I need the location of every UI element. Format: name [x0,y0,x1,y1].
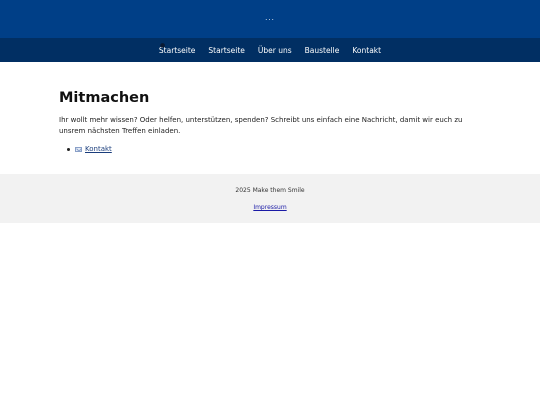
main-content: Mitmachen Ihr wollt mehr wissen? Oder he… [0,62,540,153]
list-item: Kontakt [67,145,480,153]
site-header: ... [0,0,540,38]
menu-toggle-icon[interactable]: ● [160,43,166,49]
page-title: Mitmachen [59,90,150,106]
main-navigation: ● Startseite Startseite Über uns Baustel… [0,38,540,62]
copyright-text: 2025 Make them Smile [235,187,305,194]
site-footer: 2025 Make them Smile Impressum [0,174,540,223]
bullet [67,147,70,151]
nav-item-kontakt[interactable]: Kontakt [352,46,381,55]
mail-icon [75,146,82,152]
kontakt-link[interactable]: Kontakt [85,145,112,153]
nav-item-baustelle[interactable]: Baustelle [305,46,340,55]
site-logo[interactable]: ... [265,14,275,22]
impressum-link[interactable]: Impressum [253,204,286,211]
nav-item-startseite-2[interactable]: Startseite [208,46,244,55]
contact-list: Kontakt [59,145,480,153]
nav-item-ueber-uns[interactable]: Über uns [258,46,292,55]
intro-text: Ihr wollt mehr wissen? Oder helfen, unte… [59,116,463,135]
